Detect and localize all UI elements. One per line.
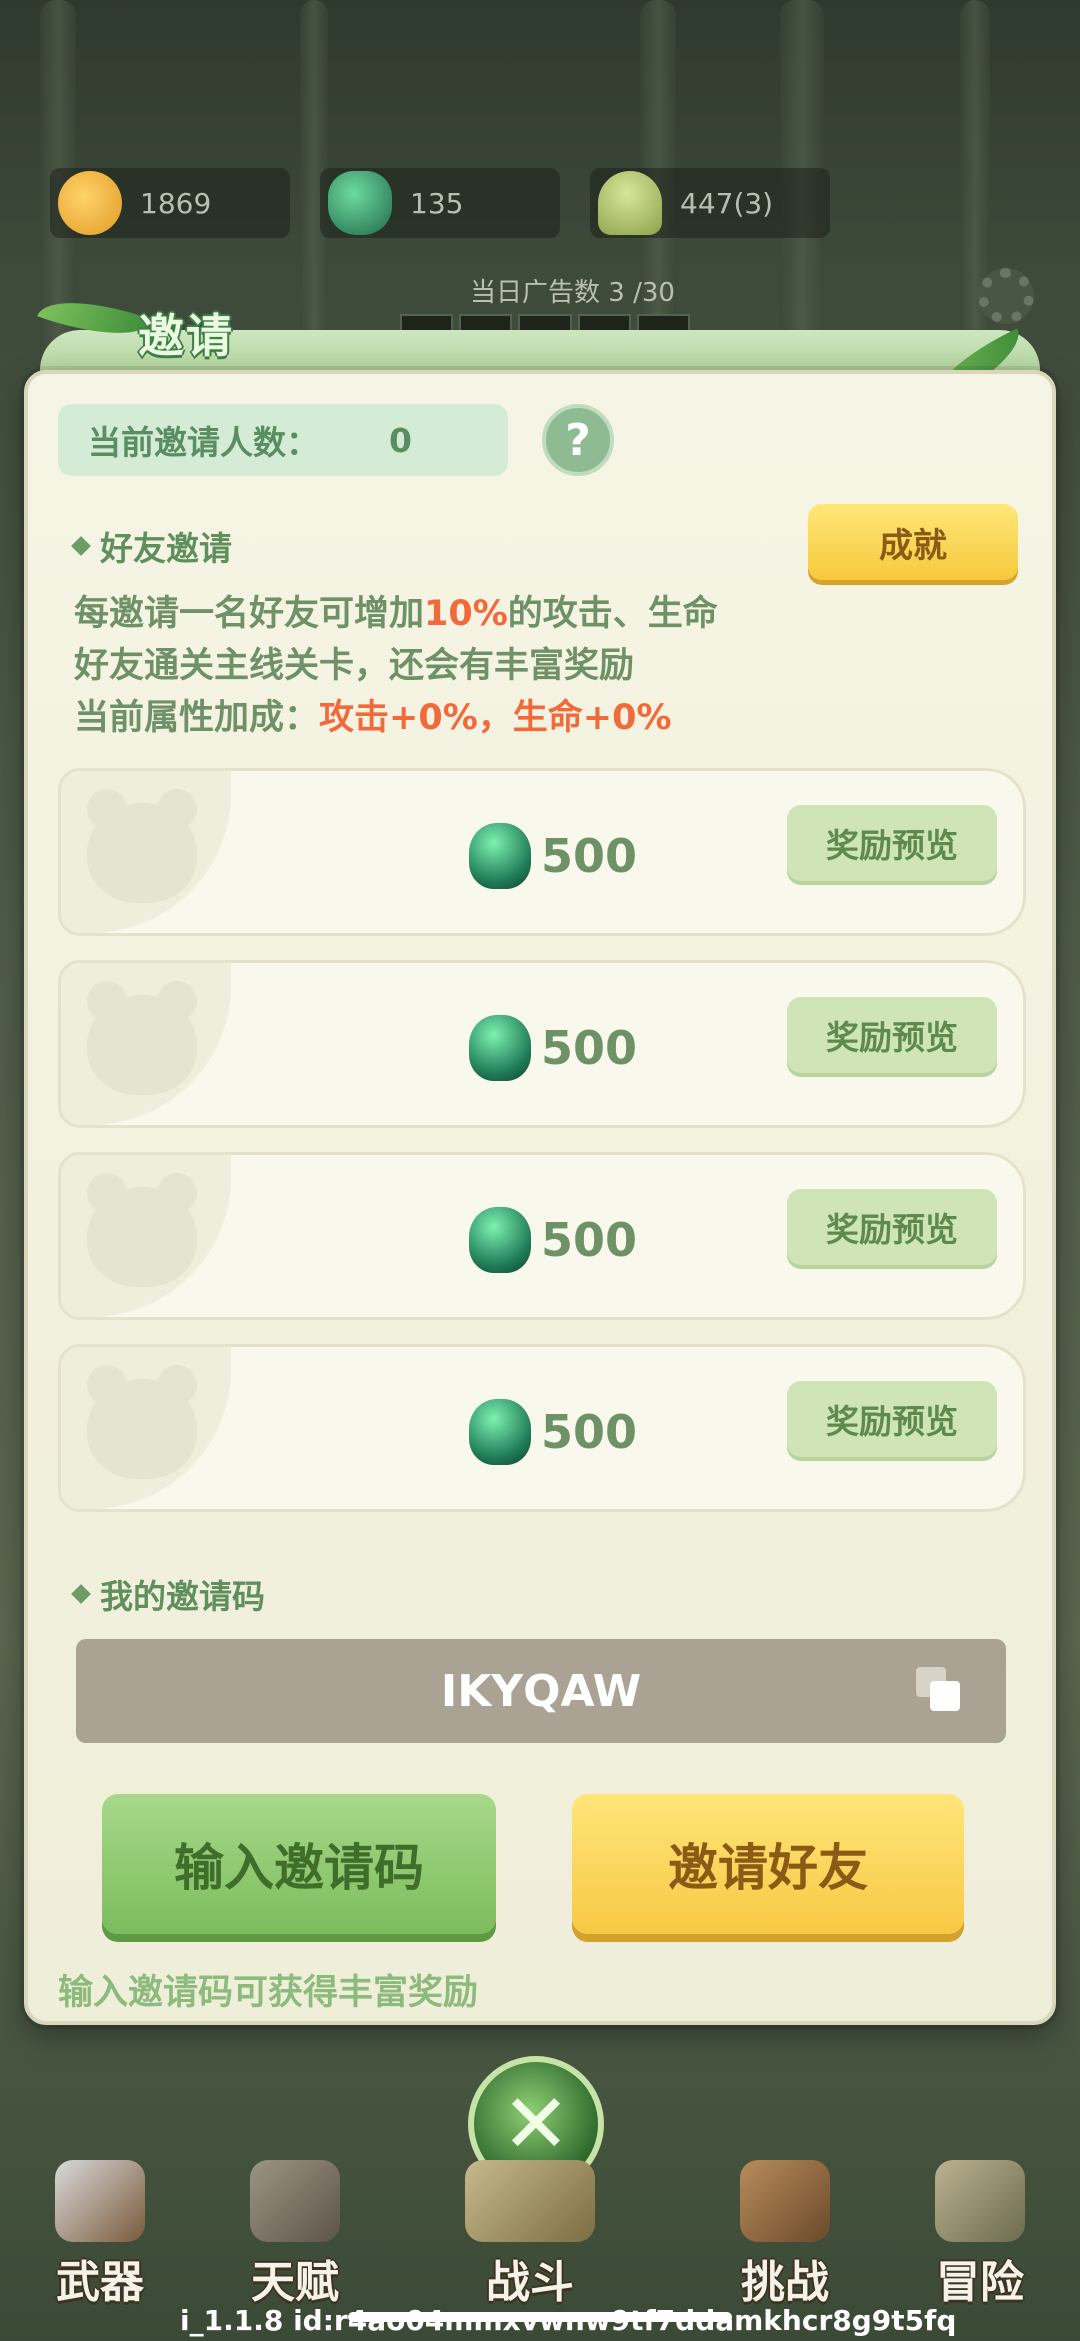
invite-code-box: IKYQAW xyxy=(76,1639,1006,1743)
adventure-scroll-icon xyxy=(935,2160,1025,2242)
bear-placeholder-icon xyxy=(87,789,197,903)
home-indicator[interactable] xyxy=(348,2312,732,2322)
nav-item-adventure[interactable]: 冒险 xyxy=(910,2160,1050,2310)
invite-count-pill: 当前邀请人数： 0 xyxy=(58,404,508,476)
gear-icon[interactable] xyxy=(978,268,1034,324)
reward-preview-button[interactable]: 奖励预览 xyxy=(787,1381,997,1457)
green-gem-icon xyxy=(469,1015,531,1081)
diamond-bullet-icon xyxy=(71,1584,91,1604)
reward-card: 500 奖励预览 xyxy=(58,960,1026,1128)
invite-count-label: 当前邀请人数： xyxy=(88,423,319,462)
nav-label: 战斗 xyxy=(486,2257,574,2308)
friend-invite-heading: 好友邀请 xyxy=(71,522,232,570)
talent-book-icon xyxy=(250,2160,340,2242)
nav-label: 挑战 xyxy=(741,2257,829,2308)
nav-label: 天赋 xyxy=(251,2257,339,2308)
green-gem-icon xyxy=(469,1399,531,1465)
reward-amount: 500 xyxy=(469,1207,637,1273)
nav-item-battle[interactable]: 战斗 xyxy=(460,2160,600,2310)
invite-dialog: 当前邀请人数： 0 ? 好友邀请 成就 每邀请一名好友可增加10%的攻击、生命 … xyxy=(24,370,1056,2025)
paw-coin-icon xyxy=(58,171,122,235)
desc-line-1: 每邀请一名好友可增加10%的攻击、生命 xyxy=(74,594,718,634)
bottom-nav: 武器 天赋 战斗 挑战 冒险 xyxy=(0,2140,1080,2330)
invite-description: 每邀请一名好友可增加10%的攻击、生命 好友通关主线关卡，还会有丰富奖励 当前属… xyxy=(74,588,718,744)
resource-coins: 1869 xyxy=(50,168,290,238)
green-gem-icon xyxy=(469,823,531,889)
nav-label: 武器 xyxy=(56,2257,144,2308)
invite-hint-text: 输入邀请码可获得丰富奖励 xyxy=(58,1973,479,2013)
help-icon[interactable]: ? xyxy=(542,404,614,476)
invite-code-heading: 我的邀请码 xyxy=(71,1570,265,1618)
reward-amount: 500 xyxy=(469,1399,637,1465)
dialog-title: 邀请 xyxy=(138,309,234,363)
reward-preview-button[interactable]: 奖励预览 xyxy=(787,997,997,1073)
nav-item-challenge[interactable]: 挑战 xyxy=(715,2160,855,2310)
desc-line-3: 当前属性加成：攻击+0%，生命+0% xyxy=(74,698,672,738)
desc-line-2: 好友通关主线关卡，还会有丰富奖励 xyxy=(74,646,635,686)
bear-placeholder-icon xyxy=(87,1173,197,1287)
reward-preview-button[interactable]: 奖励预览 xyxy=(787,805,997,881)
resource-gems: 135 xyxy=(320,168,560,238)
bear-placeholder-icon xyxy=(87,981,197,1095)
bamboo-shoot-icon xyxy=(598,171,662,235)
resource-value: 447(3) xyxy=(680,186,774,220)
invite-code-value: IKYQAW xyxy=(440,1665,642,1717)
nav-label: 冒险 xyxy=(936,2257,1024,2308)
battle-scroll-icon xyxy=(465,2160,595,2242)
resource-value: 135 xyxy=(410,186,464,220)
enter-invite-code-button[interactable]: 输入邀请码 xyxy=(102,1794,496,1934)
axe-icon xyxy=(55,2160,145,2242)
reward-card: 500 奖励预览 xyxy=(58,1152,1026,1320)
nav-item-weapon[interactable]: 武器 xyxy=(30,2160,170,2310)
copy-icon[interactable] xyxy=(916,1667,964,1715)
resource-value: 1869 xyxy=(140,186,212,220)
reward-amount: 500 xyxy=(469,1015,637,1081)
wooden-dummy-icon xyxy=(740,2160,830,2242)
section-title-text: 好友邀请 xyxy=(100,529,232,568)
invite-friend-button[interactable]: 邀请好友 xyxy=(572,1794,964,1934)
reward-card: 500 奖励预览 xyxy=(58,768,1026,936)
reward-amount: 500 xyxy=(469,823,637,889)
reward-card: 500 奖励预览 xyxy=(58,1344,1026,1512)
ad-count-label: 当日广告数 3 /30 xyxy=(470,278,675,308)
resource-shoots: 447(3) xyxy=(590,168,830,238)
resource-bar: 1869 135 447(3) xyxy=(50,168,880,238)
green-gem-icon xyxy=(469,1207,531,1273)
section-title-text: 我的邀请码 xyxy=(100,1577,265,1616)
nav-item-talent[interactable]: 天赋 xyxy=(225,2160,365,2310)
reward-preview-button[interactable]: 奖励预览 xyxy=(787,1189,997,1265)
diamond-bullet-icon xyxy=(71,536,91,556)
bear-placeholder-icon xyxy=(87,1365,197,1479)
invite-count-value: 0 xyxy=(389,420,412,460)
achievement-button[interactable]: 成就 xyxy=(808,504,1018,580)
green-gem-icon xyxy=(328,171,392,235)
